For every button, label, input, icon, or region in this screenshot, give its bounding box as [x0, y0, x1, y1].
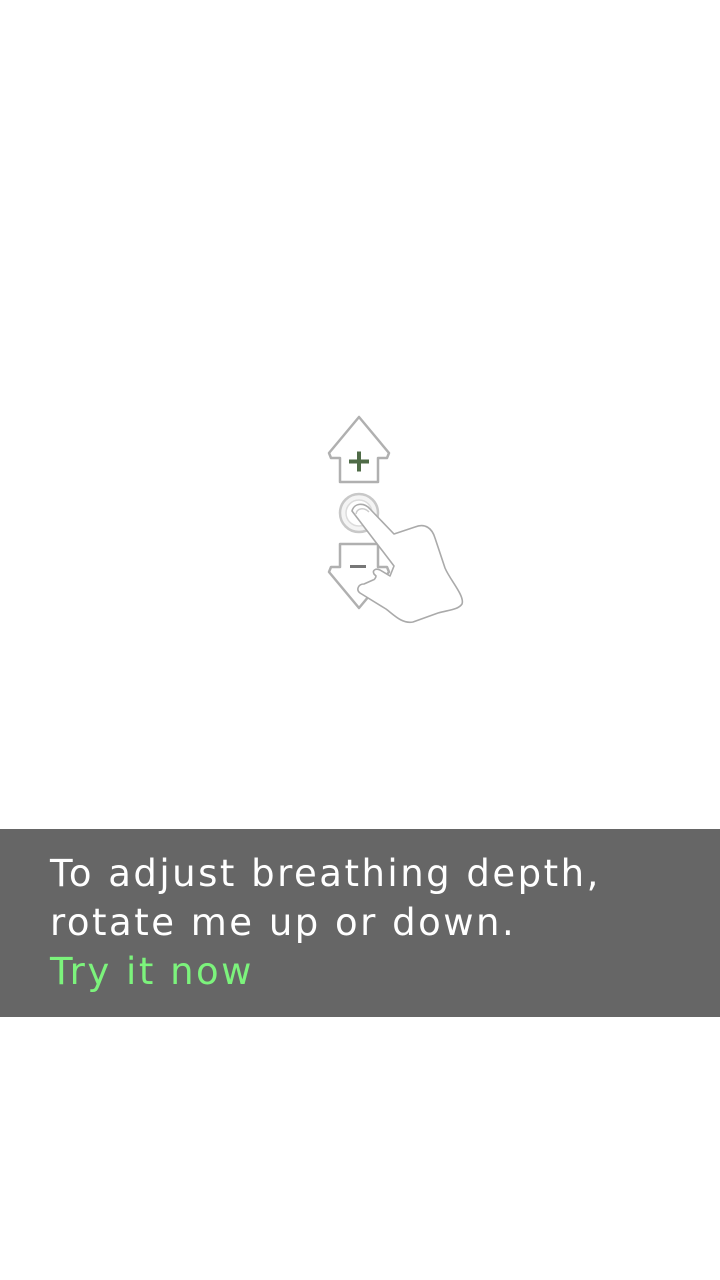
up-symbol: +	[320, 410, 321, 411]
minus-icon	[350, 565, 366, 568]
rotate-gesture-illustration: + −	[320, 410, 470, 630]
instruction-line-2: rotate me up or down.	[50, 901, 517, 944]
try-it-now-link[interactable]: Try it now	[50, 947, 720, 996]
instruction-line-1: To adjust breathing depth,	[50, 852, 601, 895]
arrow-up-icon	[327, 415, 391, 484]
down-symbol: −	[320, 410, 321, 411]
instruction-banner: To adjust breathing depth, rotate me up …	[0, 829, 720, 1017]
